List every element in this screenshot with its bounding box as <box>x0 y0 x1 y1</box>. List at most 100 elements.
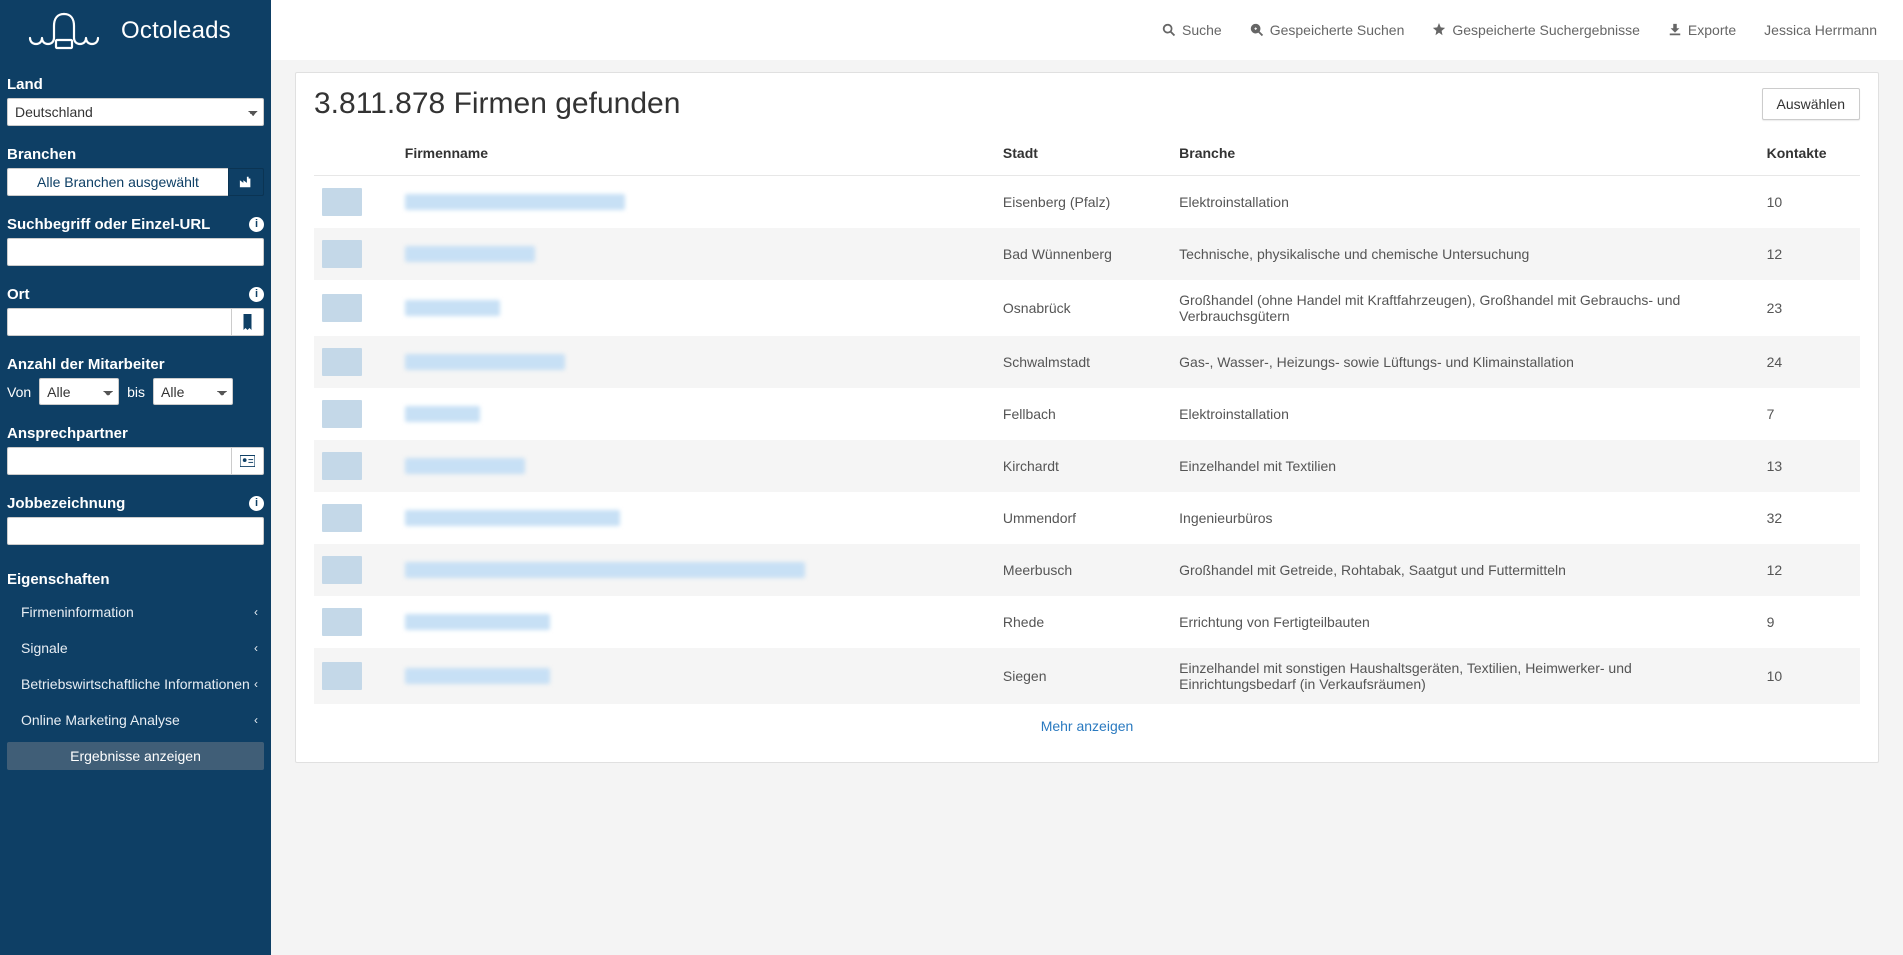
company-thumb <box>322 348 362 376</box>
cell-city: Schwalmstadt <box>995 336 1171 388</box>
location-input[interactable] <box>7 308 231 336</box>
user-menu[interactable]: Jessica Herrmann <box>1764 22 1877 38</box>
table-row[interactable]: Rhede Errichtung von Fertigteilbauten 9 <box>314 596 1860 648</box>
info-icon[interactable]: i <box>249 287 264 302</box>
chevron-left-icon: ‹ <box>254 713 258 727</box>
star-icon <box>1432 23 1446 37</box>
select-button[interactable]: Auswählen <box>1762 88 1861 120</box>
acc-label: Online Marketing Analyse <box>21 712 180 728</box>
info-icon[interactable]: i <box>249 217 264 232</box>
vcard-icon[interactable] <box>231 447 264 475</box>
search-term-input[interactable] <box>7 238 264 266</box>
company-thumb <box>322 662 362 690</box>
page-title: 3.811.878 Firmen gefunden <box>314 87 680 121</box>
acc-item[interactable]: Firmeninformation‹ <box>7 594 264 630</box>
ort-label: Ort <box>7 286 30 303</box>
download-icon <box>1668 23 1682 37</box>
cell-branche: Technische, physikalische und chemische … <box>1171 228 1758 280</box>
nav-saved-results[interactable]: Gespeicherte Suchergebnisse <box>1432 22 1640 38</box>
acc-item[interactable]: Signale‹ <box>7 630 264 666</box>
company-thumb <box>322 608 362 636</box>
table-row[interactable]: Schwalmstadt Gas-, Wasser-, Heizungs- so… <box>314 336 1860 388</box>
sidebar: Octoleads Land Deutschland Branchen Alle… <box>0 0 271 955</box>
search-term-label: Suchbegriff oder Einzel-URL <box>7 216 210 233</box>
company-name-blurred <box>405 194 625 210</box>
employees-label: Anzahl der Mitarbeiter <box>7 356 264 373</box>
th-city: Stadt <box>995 131 1171 176</box>
nav-search[interactable]: Suche <box>1162 22 1222 38</box>
th-branche: Branche <box>1171 131 1758 176</box>
cell-city: Kirchardt <box>995 440 1171 492</box>
chevron-left-icon: ‹ <box>254 677 258 691</box>
branchen-label: Branchen <box>7 146 264 163</box>
table-row[interactable]: Bad Wünnenberg Technische, physikalische… <box>314 228 1860 280</box>
von-label: Von <box>7 384 31 400</box>
table-row[interactable]: Ummendorf Ingenieurbüros 32 <box>314 492 1860 544</box>
cell-branche: Gas-, Wasser-, Heizungs- sowie Lüftungs-… <box>1171 336 1758 388</box>
info-icon[interactable]: i <box>249 496 264 511</box>
cell-branche: Elektroinstallation <box>1171 176 1758 229</box>
company-thumb <box>322 400 362 428</box>
cell-branche: Großhandel (ohne Handel mit Kraftfahrzeu… <box>1171 280 1758 336</box>
cell-city: Rhede <box>995 596 1171 648</box>
cell-kontakte: 10 <box>1759 176 1860 229</box>
nav-saved-searches[interactable]: Gespeicherte Suchen <box>1250 22 1405 38</box>
cell-city: Siegen <box>995 648 1171 704</box>
cell-city: Meerbusch <box>995 544 1171 596</box>
more-link[interactable]: Mehr anzeigen <box>314 704 1860 748</box>
branches-button[interactable]: Alle Branchen ausgewählt <box>7 168 228 196</box>
map-marker-icon[interactable] <box>231 308 264 336</box>
cell-city: Eisenberg (Pfalz) <box>995 176 1171 229</box>
nav-exports[interactable]: Exporte <box>1668 22 1736 38</box>
company-thumb <box>322 452 362 480</box>
cell-kontakte: 13 <box>1759 440 1860 492</box>
company-thumb <box>322 188 362 216</box>
contact-input[interactable] <box>7 447 231 475</box>
cell-branche: Errichtung von Fertigteilbauten <box>1171 596 1758 648</box>
table-row[interactable]: Osnabrück Großhandel (ohne Handel mit Kr… <box>314 280 1860 336</box>
acc-item[interactable]: Betriebswirtschaftliche Informationen ‹ <box>7 666 264 702</box>
th-kontakte: Kontakte <box>1759 131 1860 176</box>
table-row[interactable]: Meerbusch Großhandel mit Getreide, Rohta… <box>314 544 1860 596</box>
employees-from-select[interactable]: Alle <box>39 378 119 405</box>
table-row[interactable]: Kirchardt Einzelhandel mit Textilien 13 <box>314 440 1860 492</box>
cell-kontakte: 12 <box>1759 228 1860 280</box>
company-thumb <box>322 294 362 322</box>
brand-name: Octoleads <box>121 17 231 45</box>
company-name-blurred <box>405 354 565 370</box>
acc-item[interactable]: Online Marketing Analyse ‹ <box>7 702 264 738</box>
cell-branche: Elektroinstallation <box>1171 388 1758 440</box>
topbar: Suche Gespeicherte Suchen Gespeicherte S… <box>271 0 1903 60</box>
land-label: Land <box>7 76 264 93</box>
country-select[interactable]: Deutschland <box>7 98 264 126</box>
table-row[interactable]: Siegen Einzelhandel mit sonstigen Hausha… <box>314 648 1860 704</box>
industry-icon[interactable] <box>228 168 264 196</box>
cell-city: Fellbach <box>995 388 1171 440</box>
company-name-blurred <box>405 668 550 684</box>
cell-kontakte: 23 <box>1759 280 1860 336</box>
employees-to-select[interactable]: Alle <box>153 378 233 405</box>
company-name-blurred <box>405 246 535 262</box>
main: Suche Gespeicherte Suchen Gespeicherte S… <box>271 0 1903 955</box>
job-input[interactable] <box>7 517 264 545</box>
results-card: 3.811.878 Firmen gefunden Auswählen Firm… <box>295 72 1879 763</box>
show-results-button[interactable]: Ergebnisse anzeigen <box>7 742 264 770</box>
acc-label: Betriebswirtschaftliche Informationen <box>21 676 250 692</box>
company-name-blurred <box>405 406 480 422</box>
company-name-blurred <box>405 510 620 526</box>
search-plus-icon <box>1250 23 1264 37</box>
cell-kontakte: 9 <box>1759 596 1860 648</box>
cell-city: Ummendorf <box>995 492 1171 544</box>
cell-branche: Großhandel mit Getreide, Rohtabak, Saatg… <box>1171 544 1758 596</box>
cell-branche: Einzelhandel mit Textilien <box>1171 440 1758 492</box>
cell-kontakte: 32 <box>1759 492 1860 544</box>
logo[interactable]: Octoleads <box>19 10 252 52</box>
table-row[interactable]: Eisenberg (Pfalz) Elektroinstallation 10 <box>314 176 1860 229</box>
company-thumb <box>322 556 362 584</box>
cell-city: Bad Wünnenberg <box>995 228 1171 280</box>
company-name-blurred <box>405 300 500 316</box>
contact-label: Ansprechpartner <box>7 425 264 442</box>
table-row[interactable]: Fellbach Elektroinstallation 7 <box>314 388 1860 440</box>
cell-kontakte: 10 <box>1759 648 1860 704</box>
chevron-left-icon: ‹ <box>254 605 258 619</box>
